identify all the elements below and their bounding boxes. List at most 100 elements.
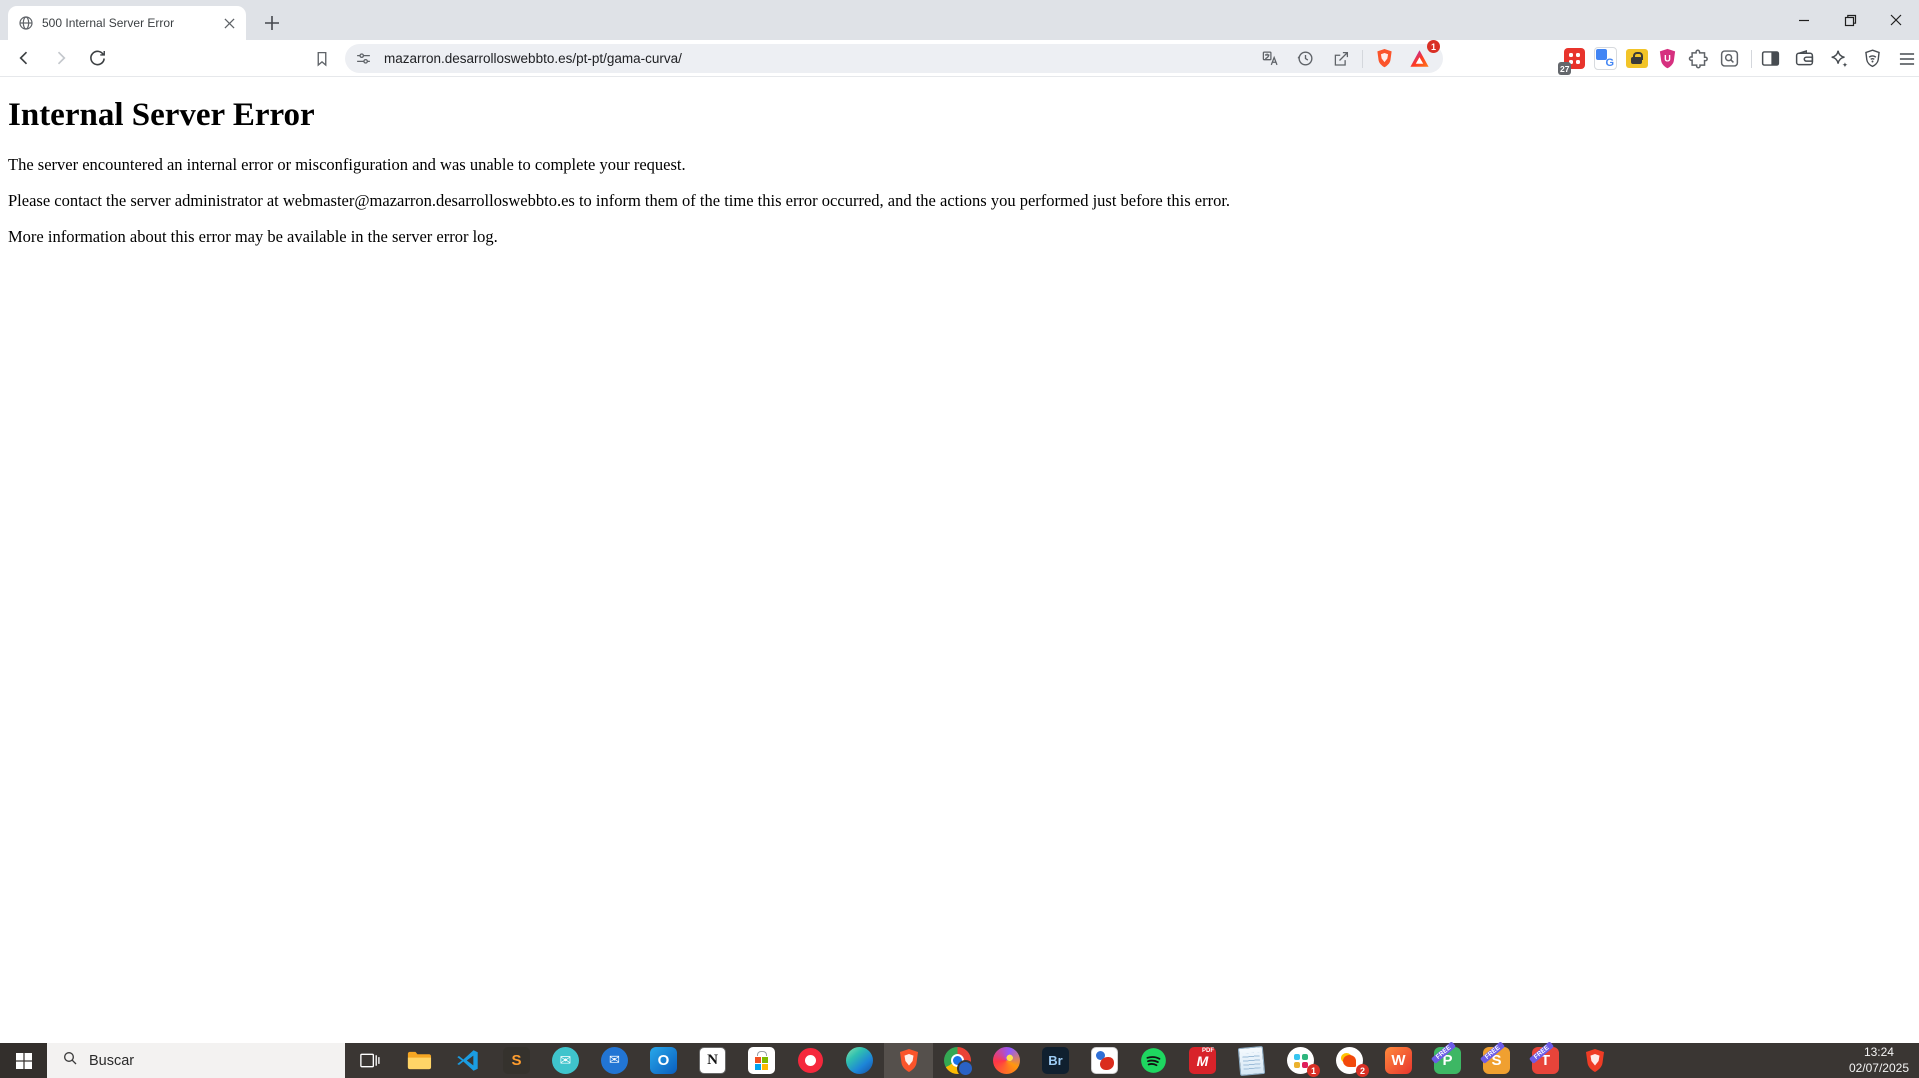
taskbar-vscode[interactable] <box>443 1043 492 1078</box>
taskbar-master-pdf[interactable]: M PDF <box>1178 1043 1227 1078</box>
error-paragraph: More information about this error may be… <box>8 227 498 246</box>
taskbar-thunderbird[interactable]: ✉ <box>590 1043 639 1078</box>
password-manager-extension-icon[interactable] <box>1625 47 1648 70</box>
notepad-icon <box>1237 1045 1266 1076</box>
browser-tab[interactable]: 500 Internal Server Error <box>8 6 246 40</box>
slack-badge: 1 <box>1307 1064 1320 1077</box>
taskbar-opera[interactable] <box>786 1043 835 1078</box>
wps-office-icon: W <box>1385 1047 1412 1074</box>
google-translate-extension-icon[interactable]: G <box>1594 47 1617 70</box>
pdf-icon: M PDF <box>1189 1047 1216 1074</box>
ublock-extension-icon[interactable]: U <box>1656 47 1679 70</box>
taskbar-paint-app[interactable] <box>1080 1043 1129 1078</box>
taskbar-sublime-text[interactable]: S <box>492 1043 541 1078</box>
taskbar-chrome-profile[interactable] <box>933 1043 982 1078</box>
tab-title: 500 Internal Server Error <box>42 16 175 30</box>
divider <box>1751 49 1752 68</box>
chrome-profile-badge <box>957 1060 974 1077</box>
urlbar-actions: 1 <box>1257 40 1440 72</box>
divider <box>1362 49 1363 68</box>
wps-writer-icon: T FREE <box>1528 1041 1559 1074</box>
opera-icon <box>798 1048 823 1073</box>
error-paragraph: The server encountered an internal error… <box>8 155 686 174</box>
forward-icon[interactable] <box>47 45 74 72</box>
globe-icon <box>18 15 34 31</box>
toolbar-right-icons <box>1757 45 1919 72</box>
svg-text:U: U <box>1664 53 1671 63</box>
wallet-icon[interactable] <box>1791 45 1818 72</box>
wayback-icon[interactable] <box>1292 45 1319 72</box>
brave-rewards-icon[interactable]: 1 <box>1406 40 1440 72</box>
paint-icon <box>1091 1047 1118 1074</box>
clock-date: 02/07/2025 <box>1848 1060 1909 1075</box>
bookmark-icon[interactable] <box>308 45 335 72</box>
window-controls <box>1781 0 1919 40</box>
taskbar-notion[interactable]: N <box>688 1043 737 1078</box>
tune-icon[interactable] <box>353 49 373 69</box>
new-tab-button[interactable] <box>258 9 286 37</box>
sublime-icon: S <box>503 1047 530 1074</box>
nav-buttons <box>10 40 111 76</box>
menu-icon[interactable] <box>1893 45 1919 72</box>
bridge-icon: Br <box>1042 1047 1069 1074</box>
extension-badge: 27 <box>1558 62 1572 75</box>
taskbar-clock[interactable]: 13:24 02/07/2025 <box>1849 1043 1919 1078</box>
taskbar-wps-presentation[interactable]: P FREE <box>1423 1041 1472 1078</box>
restore-button[interactable] <box>1827 0 1873 40</box>
mail-icon: ✉ <box>552 1047 579 1074</box>
browser-toolbar: mazarron.desarrolloswebbto.es/pt-pt/gama… <box>0 40 1919 77</box>
outlook-icon: O <box>650 1047 677 1074</box>
taskbar-search-input[interactable]: Buscar <box>47 1043 345 1078</box>
taskbar-slack[interactable]: 1 <box>1276 1043 1325 1078</box>
taskbar-outlook[interactable]: O <box>639 1043 688 1078</box>
extension-icons: 27 G U <box>1558 45 1752 75</box>
taskbar-microsoft-store[interactable] <box>737 1043 786 1078</box>
taskbar-spotify[interactable] <box>1129 1043 1178 1078</box>
search-panel-icon[interactable] <box>1718 47 1741 70</box>
edge-icon <box>846 1047 873 1074</box>
thunderbird-icon: ✉ <box>601 1047 628 1074</box>
taskbar-adobe-bridge[interactable]: Br <box>1031 1043 1080 1078</box>
start-button[interactable] <box>0 1043 47 1078</box>
sidebar-toggle-icon[interactable] <box>1757 45 1784 72</box>
taskbar-wps-spreadsheets[interactable]: S FREE <box>1472 1041 1521 1078</box>
tab-close-icon[interactable] <box>220 14 238 32</box>
brave-shields-icon[interactable] <box>1371 45 1398 72</box>
taskbar-wps-office[interactable]: W <box>1374 1043 1423 1078</box>
taskbar-wps-writer[interactable]: T FREE <box>1521 1041 1570 1078</box>
extensions-puzzle-icon[interactable] <box>1687 47 1710 70</box>
firefox-icon <box>993 1047 1020 1074</box>
reload-icon[interactable] <box>84 45 111 72</box>
screen: 500 Internal Server Error mazarron.desar… <box>0 0 1919 1078</box>
url-text: mazarron.desarrolloswebbto.es/pt-pt/gama… <box>384 51 682 66</box>
translate-icon[interactable] <box>1257 45 1284 72</box>
search-placeholder: Buscar <box>89 1052 135 1069</box>
taskbar: Buscar S ✉ ✉ O N Br M PDF 1 2 W P FREE S… <box>0 1041 1919 1078</box>
leo-ai-icon[interactable] <box>1825 45 1852 72</box>
wps-spreadsheets-icon: S FREE <box>1479 1041 1510 1074</box>
taskbar-chat-app[interactable]: 2 <box>1325 1043 1374 1078</box>
taskbar-firefox[interactable] <box>982 1043 1031 1078</box>
url-bar[interactable]: mazarron.desarrolloswebbto.es/pt-pt/gama… <box>345 40 1443 73</box>
red-dots-extension-icon[interactable]: 27 <box>1558 47 1586 75</box>
notion-icon: N <box>699 1047 726 1074</box>
taskbar-brave[interactable] <box>1570 1043 1619 1078</box>
page-content: Internal Server Error The server encount… <box>0 77 1919 1043</box>
taskbar-brave-active[interactable] <box>884 1043 933 1078</box>
taskbar-file-explorer[interactable] <box>394 1043 443 1078</box>
back-icon[interactable] <box>10 45 37 72</box>
tab-strip: 500 Internal Server Error <box>0 0 1919 40</box>
clock-time: 13:24 <box>1863 1044 1894 1059</box>
page-title: Internal Server Error <box>8 97 315 133</box>
taskbar-edge[interactable] <box>835 1043 884 1078</box>
taskbar-mail-app[interactable]: ✉ <box>541 1043 590 1078</box>
close-window-button[interactable] <box>1873 0 1919 40</box>
vpn-shield-icon[interactable] <box>1859 45 1886 72</box>
search-icon <box>62 1050 78 1071</box>
share-icon[interactable] <box>1327 45 1354 72</box>
minimize-button[interactable] <box>1781 0 1827 40</box>
taskbar-notepad[interactable] <box>1227 1043 1276 1078</box>
chat-badge: 2 <box>1356 1064 1369 1077</box>
task-view-button[interactable] <box>345 1043 394 1078</box>
gtranslate-glyph: G <box>1594 47 1617 70</box>
